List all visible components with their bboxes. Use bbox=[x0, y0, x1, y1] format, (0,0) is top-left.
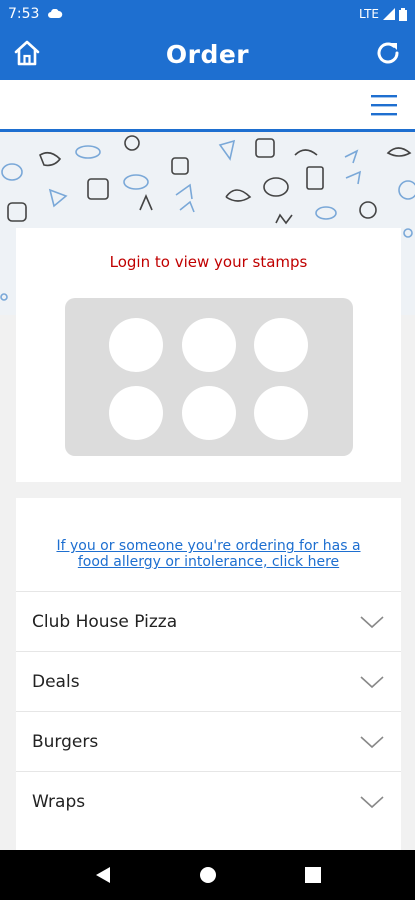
refresh-icon[interactable] bbox=[373, 38, 403, 68]
app-bar: Order bbox=[0, 28, 415, 80]
menu-category-label: Deals bbox=[32, 671, 80, 692]
menu-card: If you or someone you're ordering for ha… bbox=[16, 498, 401, 858]
allergy-link-line1: If you or someone you're ordering for ha… bbox=[56, 538, 361, 554]
stamp-slot bbox=[182, 386, 236, 440]
chevron-down-icon bbox=[360, 675, 384, 688]
hamburger-icon[interactable] bbox=[371, 94, 397, 116]
back-triangle-icon bbox=[95, 867, 110, 883]
cloud-icon bbox=[48, 9, 63, 18]
stamp-slot bbox=[254, 386, 308, 440]
recents-button[interactable] bbox=[301, 863, 325, 887]
chevron-down-icon bbox=[360, 615, 384, 628]
chevron-down-icon bbox=[360, 795, 384, 808]
stamp-card: Login to view your stamps bbox=[16, 228, 401, 482]
menu-category-club-house-pizza[interactable]: Club House Pizza bbox=[16, 591, 401, 651]
network-label: LTE bbox=[359, 7, 379, 21]
allergy-info-link[interactable]: If you or someone you're ordering for ha… bbox=[36, 538, 381, 570]
system-nav-bar bbox=[0, 850, 415, 900]
menu-category-label: Wraps bbox=[32, 791, 86, 812]
menu-category-list: Club House Pizza Deals Burgers Wraps bbox=[16, 591, 401, 831]
home-circle-icon bbox=[199, 867, 216, 883]
back-button[interactable] bbox=[91, 863, 115, 887]
stamp-slot bbox=[109, 318, 163, 372]
recents-square-icon bbox=[304, 867, 321, 883]
home-icon[interactable] bbox=[12, 38, 42, 68]
menu-category-label: Burgers bbox=[32, 731, 99, 752]
menu-category-label: Club House Pizza bbox=[32, 611, 178, 632]
home-nav-button[interactable] bbox=[196, 863, 220, 887]
menu-category-wraps[interactable]: Wraps bbox=[16, 771, 401, 831]
stamp-board bbox=[65, 298, 353, 456]
menu-category-deals[interactable]: Deals bbox=[16, 651, 401, 711]
page-title: Order bbox=[165, 39, 250, 69]
menu-bar bbox=[0, 80, 415, 132]
signal-icon bbox=[383, 8, 395, 20]
stamp-slot bbox=[254, 318, 308, 372]
stamp-slot bbox=[182, 318, 236, 372]
login-stamps-link[interactable]: Login to view your stamps bbox=[16, 253, 401, 271]
chevron-down-icon bbox=[360, 735, 384, 748]
allergy-link-line2: food allergy or intolerance, click here bbox=[77, 554, 340, 570]
menu-category-burgers[interactable]: Burgers bbox=[16, 711, 401, 771]
battery-icon bbox=[399, 7, 407, 21]
stamp-slot bbox=[109, 386, 163, 440]
status-time: 7:53 bbox=[8, 6, 40, 22]
status-bar: 7:53 LTE bbox=[0, 0, 415, 28]
